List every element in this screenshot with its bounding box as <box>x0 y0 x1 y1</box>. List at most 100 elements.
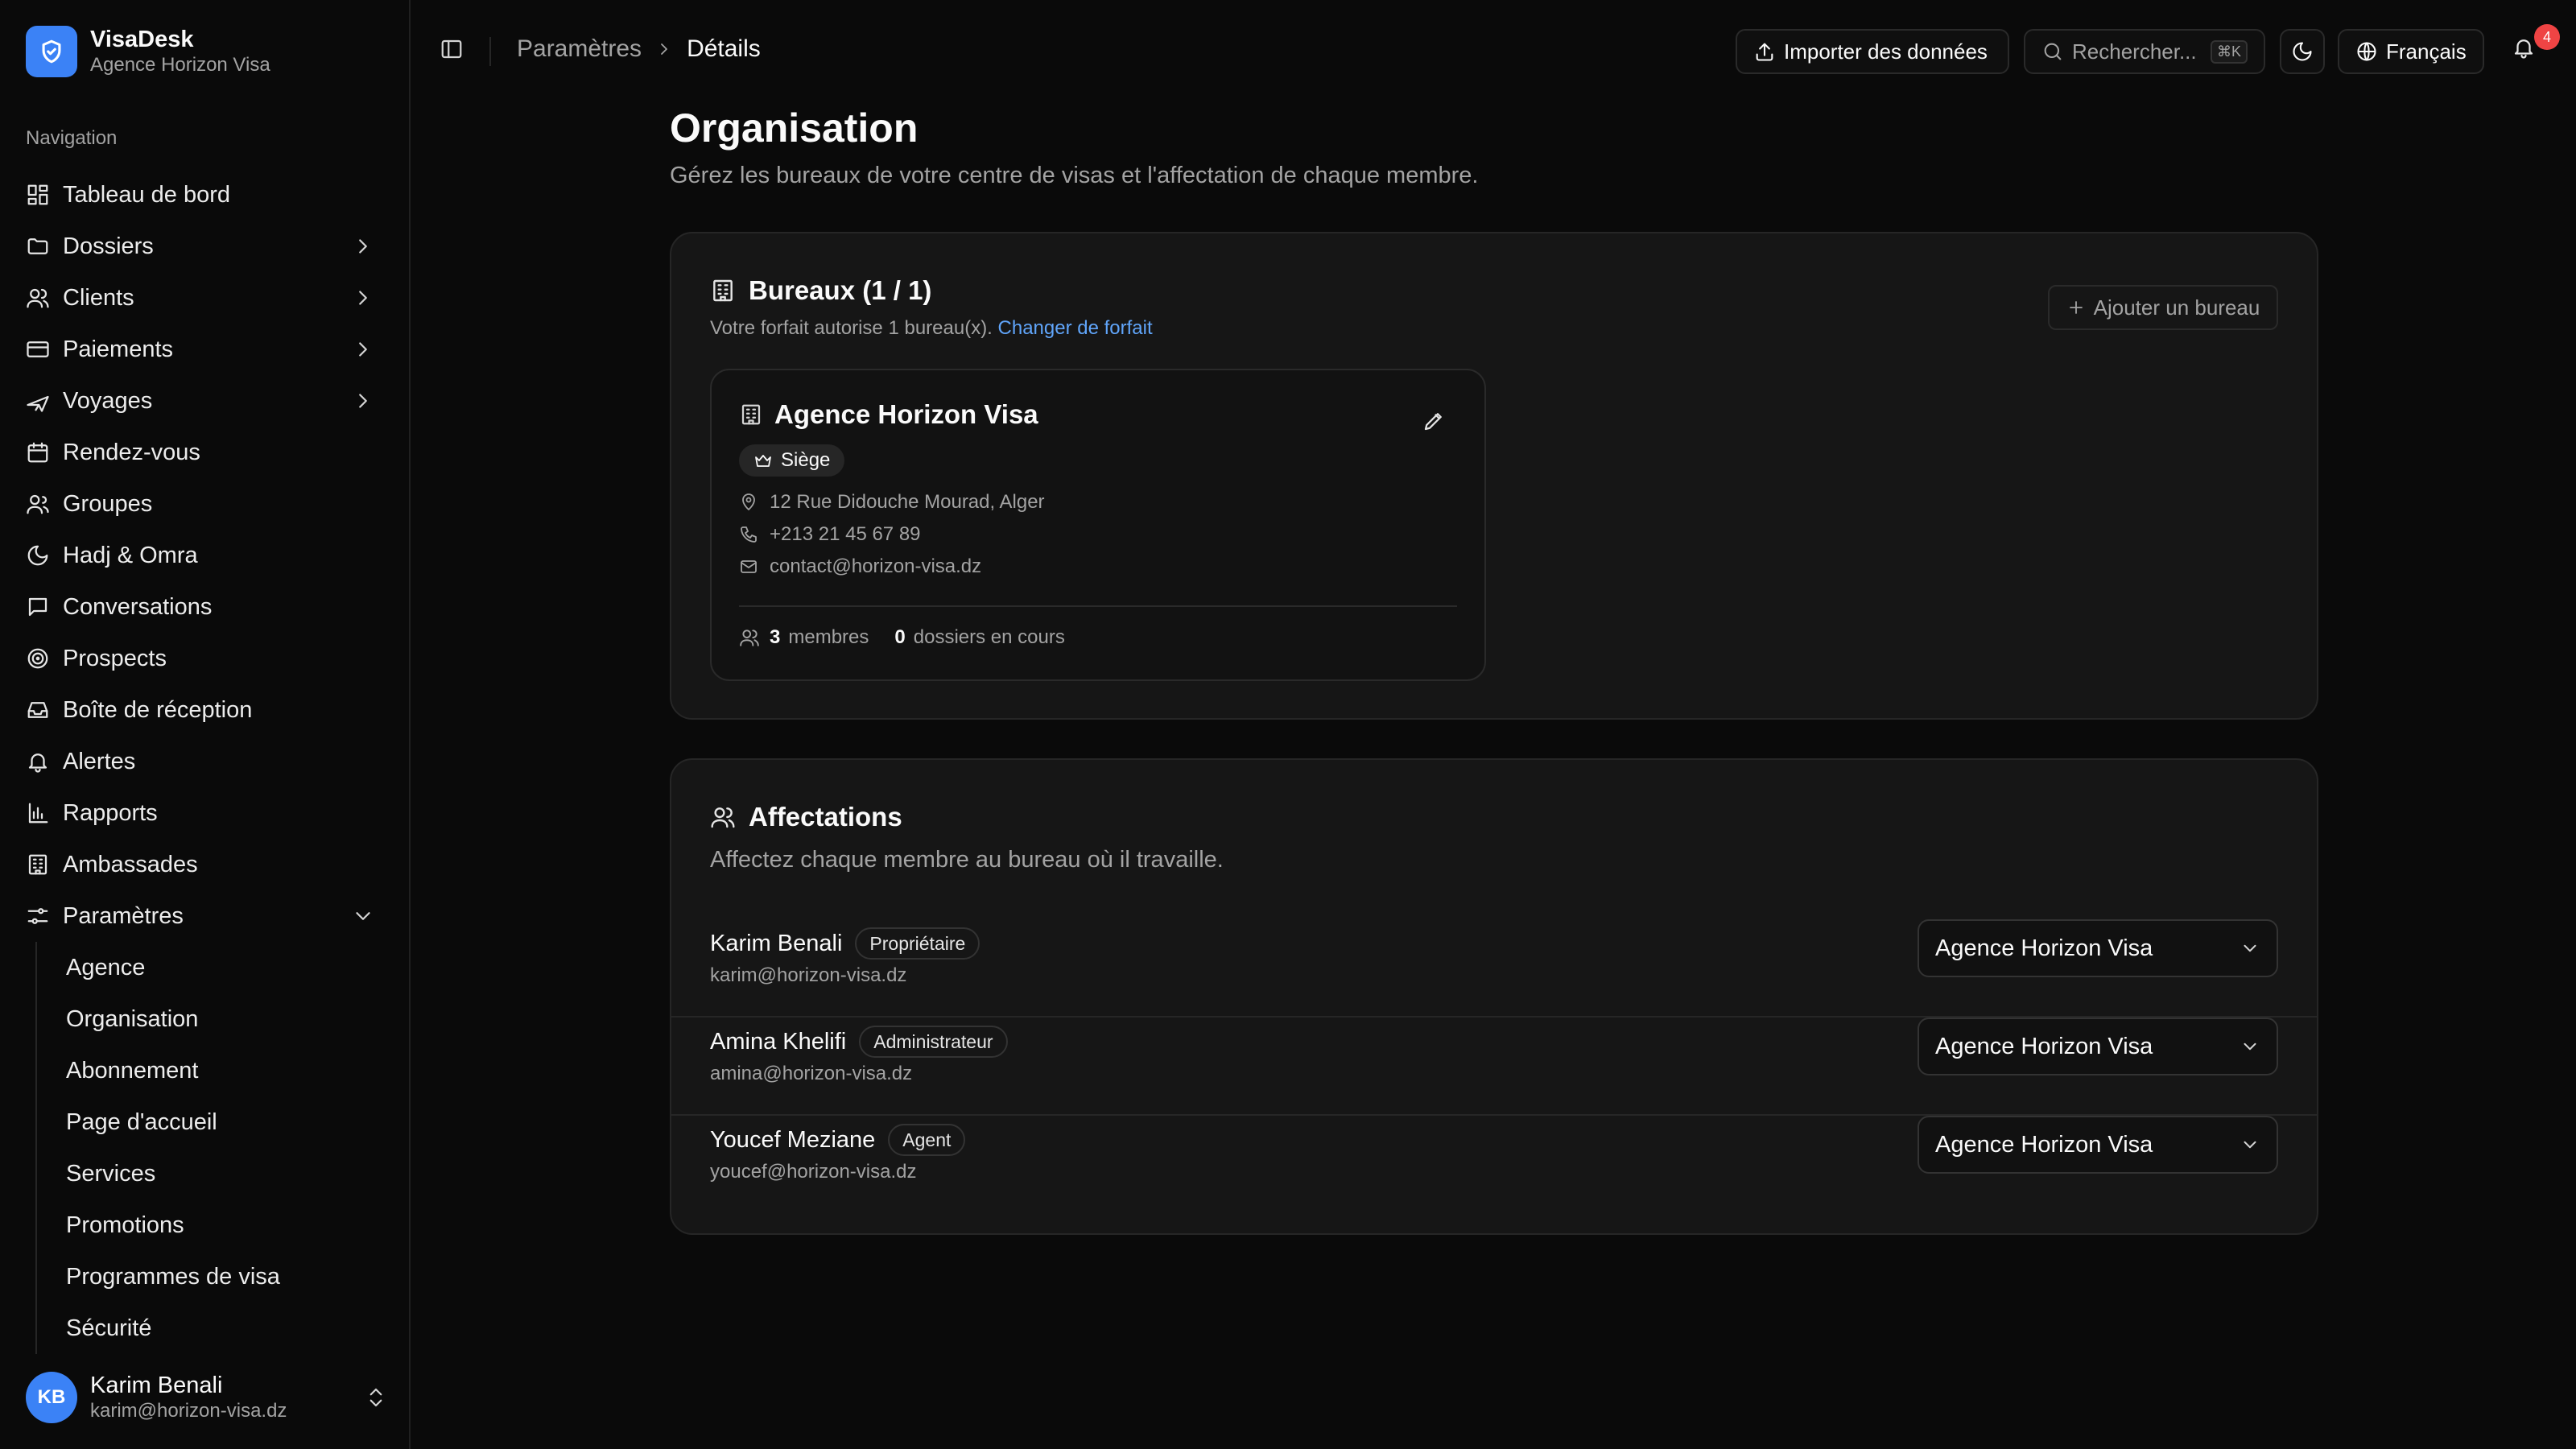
edit-office-button[interactable] <box>1422 409 1446 433</box>
offices-card: Bureaux (1 / 1) Votre forfait autorise 1… <box>670 232 2318 720</box>
office-select[interactable]: Agence Horizon Visa <box>1918 919 2278 977</box>
user-name: Karim Benali <box>90 1373 223 1398</box>
bell-icon <box>28 753 47 773</box>
settings-subnav: Agence Organisation Abonnement Page d'ac… <box>35 942 388 1354</box>
assignments-title: Affectations <box>749 802 902 832</box>
office-name: Agence Horizon Visa <box>774 399 1038 429</box>
sidebar-item-boite-de-reception[interactable]: Boîte de réception <box>26 684 388 736</box>
import-data-button[interactable]: Importer des données <box>1736 29 2009 74</box>
sidebar-item-label: Groupes <box>63 490 153 517</box>
users-icon <box>711 807 735 828</box>
members-label: membres <box>788 626 869 648</box>
notifications-button[interactable] <box>2512 35 2536 60</box>
subnav-item-programmes-de-visa[interactable]: Programmes de visa <box>37 1251 388 1302</box>
sidebar-item-prospects[interactable]: Prospects <box>26 633 388 684</box>
office-address-text: 12 Rue Didouche Mourad, Alger <box>770 491 1045 513</box>
office-email: contact@horizon-visa.dz <box>739 555 981 578</box>
subnav-item-page-accueil[interactable]: Page d'accueil <box>37 1096 388 1148</box>
sidebar-item-paiements[interactable]: Paiements <box>26 324 388 375</box>
chevron-right-icon <box>359 239 367 254</box>
building-icon <box>713 279 733 302</box>
target-icon <box>27 648 48 669</box>
nav-section-label: Navigation <box>26 127 118 149</box>
office-select-value: Agence Horizon Visa <box>1935 1033 2153 1059</box>
files-label: dossiers en cours <box>913 626 1065 648</box>
subnav-item-agence[interactable]: Agence <box>37 942 388 993</box>
mail-icon <box>741 560 757 573</box>
chevron-right-icon <box>661 43 667 55</box>
office-phone: +213 21 45 67 89 <box>739 523 921 546</box>
member-name: Youcef Meziane <box>710 1126 876 1153</box>
sidebar-item-rendez-vous[interactable]: Rendez-vous <box>26 427 388 478</box>
change-plan-link[interactable]: Changer de forfait <box>998 317 1153 339</box>
sidebar-item-label: Alertes <box>63 748 136 774</box>
sidebar-item-alertes[interactable]: Alertes <box>26 736 388 787</box>
sidebar-item-label: Rapports <box>63 799 158 826</box>
files-count: 0 <box>894 626 906 648</box>
chevron-down-icon <box>2244 944 2256 952</box>
member-list: Karim Benali Propriétaire karim@horizon-… <box>671 919 2317 1214</box>
brand-name: VisaDesk <box>90 27 194 52</box>
dashboard-icon <box>27 184 48 205</box>
breadcrumb: Paramètres Détails <box>517 35 761 63</box>
subnav-item-abonnement[interactable]: Abonnement <box>37 1045 388 1096</box>
office-email-text: contact@horizon-visa.dz <box>770 555 982 577</box>
member-name: Karim Benali <box>710 930 843 956</box>
theme-toggle-button[interactable] <box>2280 29 2325 74</box>
add-office-label: Ajouter un bureau <box>2093 295 2260 320</box>
sidebar: VisaDesk Agence Horizon Visa Navigation … <box>0 0 411 1449</box>
chevrons-up-down-icon <box>369 1388 382 1407</box>
office-stats: 3 membres 0 dossiers en cours <box>739 626 1065 649</box>
sidebar-item-parametres[interactable]: Paramètres <box>26 890 388 942</box>
sidebar-item-label: Dossiers <box>63 233 154 259</box>
office-select-value: Agence Horizon Visa <box>1935 1131 2153 1158</box>
calendar-icon <box>27 442 48 463</box>
sidebar-item-hadj-omra[interactable]: Hadj & Omra <box>26 530 388 581</box>
chevron-right-icon <box>359 291 367 305</box>
sidebar-item-rapports[interactable]: Rapports <box>26 787 388 839</box>
office-select[interactable]: Agence Horizon Visa <box>1918 1116 2278 1174</box>
chevron-down-icon <box>2244 1141 2256 1149</box>
user-menu[interactable]: KB Karim Benali karim@horizon-visa.dz <box>26 1368 388 1426</box>
shield-logo-icon <box>26 26 77 77</box>
sidebar-item-clients[interactable]: Clients <box>26 272 388 324</box>
sidebar-item-ambassades[interactable]: Ambassades <box>26 839 388 890</box>
search-icon <box>2044 43 2062 60</box>
chevron-down-icon <box>356 912 370 920</box>
add-office-button[interactable]: Ajouter un bureau <box>2048 285 2278 330</box>
member-email: karim@horizon-visa.dz <box>710 964 907 986</box>
sidebar-item-label: Conversations <box>63 593 213 620</box>
sidebar-toggle-button[interactable] <box>440 37 464 61</box>
topbar: Paramètres Détails Importer des données … <box>412 0 2576 103</box>
building-icon <box>741 404 761 425</box>
offices-title: Bureaux (1 / 1) <box>749 275 932 305</box>
sidebar-item-conversations[interactable]: Conversations <box>26 581 388 633</box>
headquarters-badge: Siège <box>739 444 845 477</box>
globe-icon <box>2357 42 2376 61</box>
office-select[interactable]: Agence Horizon Visa <box>1918 1018 2278 1075</box>
subnav-item-promotions[interactable]: Promotions <box>37 1199 388 1251</box>
search-placeholder: Rechercher... <box>2072 39 2197 64</box>
divider <box>489 37 491 66</box>
subnav-item-organisation[interactable]: Organisation <box>37 993 388 1045</box>
language-select[interactable]: Français <box>2338 29 2484 74</box>
role-badge: Agent <box>888 1124 966 1156</box>
divider <box>739 605 1457 607</box>
notification-count-badge: 4 <box>2534 24 2560 50</box>
member-row: Youcef Meziane Agent youcef@horizon-visa… <box>671 1116 2317 1214</box>
breadcrumb-parametres[interactable]: Paramètres <box>517 35 642 63</box>
sidebar-item-label: Clients <box>63 284 134 311</box>
sidebar-item-tableau-de-bord[interactable]: Tableau de bord <box>26 169 388 221</box>
subnav-item-securite[interactable]: Sécurité <box>37 1302 388 1354</box>
bar-chart-icon <box>28 803 48 824</box>
members-count: 3 <box>770 626 781 648</box>
building-icon <box>28 854 47 875</box>
brand[interactable]: VisaDesk Agence Horizon Visa <box>26 26 270 77</box>
search-input[interactable]: Rechercher... ⌘K <box>2024 29 2265 74</box>
subnav-item-services[interactable]: Services <box>37 1148 388 1199</box>
sidebar-item-groupes[interactable]: Groupes <box>26 478 388 530</box>
phone-icon <box>741 526 757 543</box>
sidebar-item-voyages[interactable]: Voyages <box>26 375 388 427</box>
member-email: youcef@horizon-visa.dz <box>710 1161 917 1183</box>
sidebar-item-dossiers[interactable]: Dossiers <box>26 221 388 272</box>
